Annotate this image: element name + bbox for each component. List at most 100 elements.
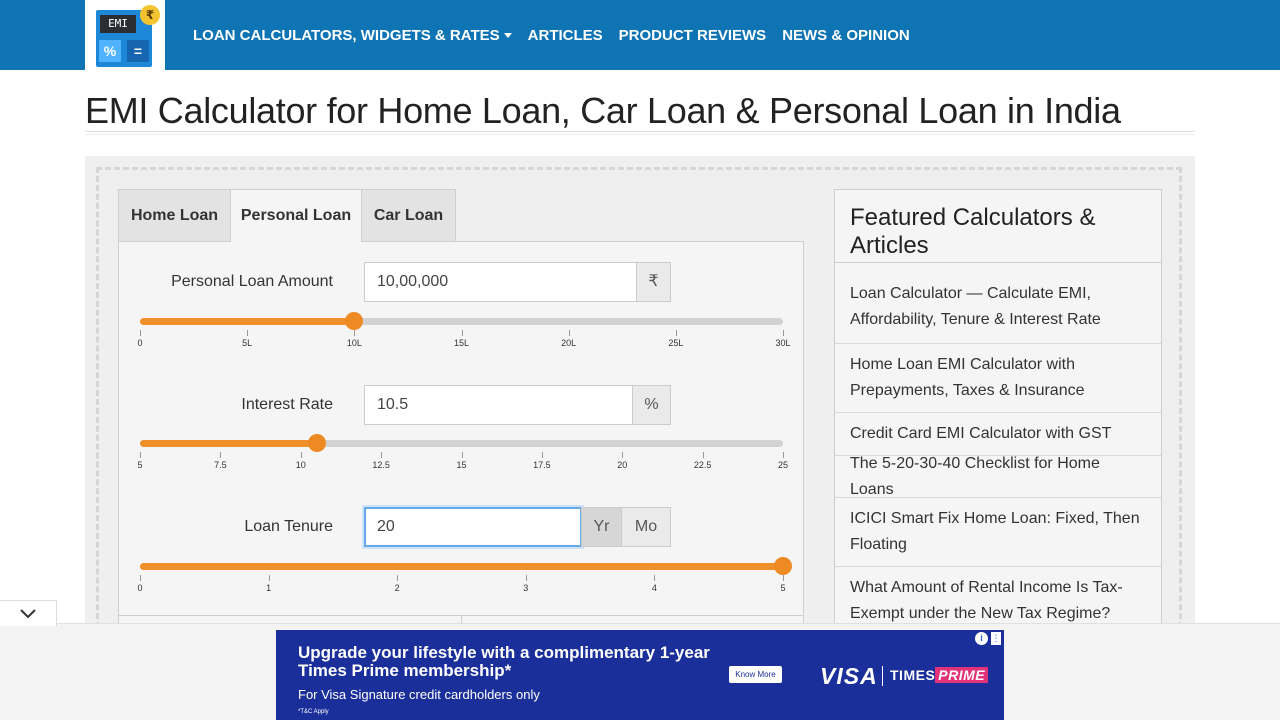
slider-tick-label: 7.5 — [214, 460, 227, 470]
sidebar-link-icici-smart-fix[interactable]: ICICI Smart Fix Home Loan: Fixed, Then F… — [835, 497, 1161, 566]
advertisement-banner[interactable]: Upgrade your lifestyle with a compliment… — [276, 630, 1004, 720]
loan-amount-input[interactable]: 10,00,000 — [364, 262, 637, 302]
sidebar-title: Featured Calculators & Articles — [850, 204, 1096, 259]
times-prime-logo: TIMES PRIME — [890, 667, 989, 683]
slider-tick-label: 22.5 — [693, 460, 712, 470]
site-logo[interactable]: EMI ₹ % = — [85, 0, 165, 79]
nav-articles[interactable]: ARTICLES — [528, 27, 603, 44]
slider-tick — [525, 575, 527, 581]
slider-tick-label: 10L — [346, 338, 362, 348]
slider-tick-label: 12.5 — [372, 460, 390, 470]
slider-tick-label: 10 — [295, 460, 306, 470]
percent-unit: % — [632, 385, 671, 425]
interest-rate-input[interactable]: 10.5 — [364, 385, 633, 425]
slider-tick-label: 1 — [266, 583, 272, 593]
loan-tenure-slider[interactable] — [140, 557, 792, 575]
sidebar-link-checklist[interactable]: The 5-20-30-40 Checklist for Home Loans — [835, 455, 1161, 498]
calculator-icon: EMI ₹ % = — [96, 5, 160, 67]
chevron-down-icon — [503, 33, 512, 39]
loan-amount-slider[interactable] — [140, 312, 783, 330]
slider-tick-label: 0 — [137, 583, 143, 593]
slider-tick — [247, 330, 249, 336]
slider-tick — [300, 452, 302, 458]
chevron-down-icon — [20, 609, 36, 619]
ad-logo-divider — [882, 666, 883, 686]
slider-tick-label: 20L — [561, 338, 577, 348]
slider-tick — [381, 452, 383, 458]
slider-tick-label: 30L — [775, 338, 791, 348]
interest-rate-slider-fill — [140, 440, 317, 447]
sidebar-link-loan-calculator[interactable]: Loan Calculator — Calculate EMI, Afforda… — [835, 273, 1161, 341]
slider-tick — [702, 452, 704, 458]
ad-fine-print: *T&C Apply — [298, 709, 329, 715]
slider-tick-label: 15 — [456, 460, 467, 470]
slider-tick — [568, 330, 570, 336]
slider-tick-label: 0 — [137, 338, 143, 348]
slider-tick-label: 25 — [777, 460, 789, 470]
page-title: EMI Calculator for Home Loan, Car Loan &… — [85, 90, 1121, 131]
slider-tick-label: 5 — [137, 460, 143, 470]
slider-tick-label: 2 — [394, 583, 400, 593]
rupee-coin-icon: ₹ — [140, 5, 160, 25]
ad-options-icon[interactable]: ⋮ — [991, 632, 1001, 645]
loan-tenure-input[interactable]: 20 — [364, 507, 582, 547]
ad-subline: For Visa Signature credit cardholders on… — [298, 687, 540, 702]
slider-tick-label: 25L — [668, 338, 684, 348]
collapse-ad-button[interactable] — [0, 600, 57, 626]
tenure-month-toggle[interactable]: Mo — [621, 507, 671, 547]
loan-amount-slider-fill — [140, 318, 355, 325]
slider-tick-label: 20 — [617, 460, 628, 470]
nav-loan-calculators-label: LOAN CALCULATORS, WIDGETS & RATES — [193, 26, 500, 44]
slider-tick — [675, 330, 677, 336]
slider-tick-label: 5L — [242, 338, 253, 348]
times-prime-logo-prime: PRIME — [935, 667, 989, 683]
ad-headline: Upgrade your lifestyle with a compliment… — [298, 643, 710, 680]
rupee-unit: ₹ — [636, 262, 671, 302]
ad-know-more-button[interactable]: Know More — [729, 666, 782, 683]
logo-screen: EMI — [100, 15, 136, 33]
interest-rate-slider-handle[interactable] — [307, 434, 326, 452]
nav-product-reviews[interactable]: PRODUCT REVIEWS — [619, 27, 767, 44]
sidebar-link-home-loan-emi[interactable]: Home Loan EMI Calculator with Prepayment… — [835, 343, 1161, 412]
visa-logo: VISA — [820, 663, 878, 689]
loan-tenure-slider-handle[interactable] — [774, 557, 792, 575]
slider-tick — [140, 330, 141, 336]
slider-tick — [783, 575, 784, 581]
tab-car-loan[interactable]: Car Loan — [361, 189, 456, 242]
loan-amount-label: Personal Loan Amount — [171, 273, 333, 290]
slider-tick-label: 5 — [780, 583, 786, 593]
loan-tenure-label: Loan Tenure — [244, 518, 333, 535]
nav-news-opinion[interactable]: NEWS & OPINION — [782, 27, 910, 44]
title-divider — [85, 131, 1195, 135]
slider-tick-label: 4 — [651, 583, 657, 593]
tab-home-loan[interactable]: Home Loan — [118, 189, 231, 242]
slider-tick — [783, 330, 784, 336]
percent-key-icon: % — [99, 40, 121, 62]
sidebar-header: Featured Calculators & Articles — [835, 190, 1161, 263]
slider-tick — [622, 452, 624, 458]
slider-tick — [654, 575, 656, 581]
equals-key-icon: = — [127, 40, 149, 62]
slider-tick — [397, 575, 399, 581]
loan-tenure-slider-fill — [140, 563, 783, 570]
slider-tick-label: 17.5 — [533, 460, 551, 470]
slider-tick — [220, 452, 222, 458]
slider-tick — [461, 330, 463, 336]
sidebar-link-credit-card-emi[interactable]: Credit Card EMI Calculator with GST — [835, 412, 1161, 455]
interest-rate-label: Interest Rate — [241, 396, 333, 413]
slider-tick — [140, 575, 141, 581]
slider-tick — [268, 575, 270, 581]
nav-loan-calculators[interactable]: LOAN CALCULATORS, WIDGETS & RATES — [193, 27, 512, 44]
slider-tick — [461, 452, 463, 458]
ad-top-border — [0, 623, 1280, 624]
ad-info-icon[interactable]: i — [975, 632, 988, 645]
slider-tick — [541, 452, 543, 458]
tab-personal-loan[interactable]: Personal Loan — [230, 189, 362, 242]
tenure-year-toggle[interactable]: Yr — [581, 507, 622, 547]
main-nav: LOAN CALCULATORS, WIDGETS & RATES ARTICL… — [193, 0, 910, 70]
interest-rate-slider[interactable] — [140, 434, 783, 452]
slider-tick — [354, 330, 356, 336]
slider-tick — [783, 452, 784, 458]
times-prime-logo-times: TIMES — [890, 667, 936, 683]
slider-tick — [140, 452, 141, 458]
